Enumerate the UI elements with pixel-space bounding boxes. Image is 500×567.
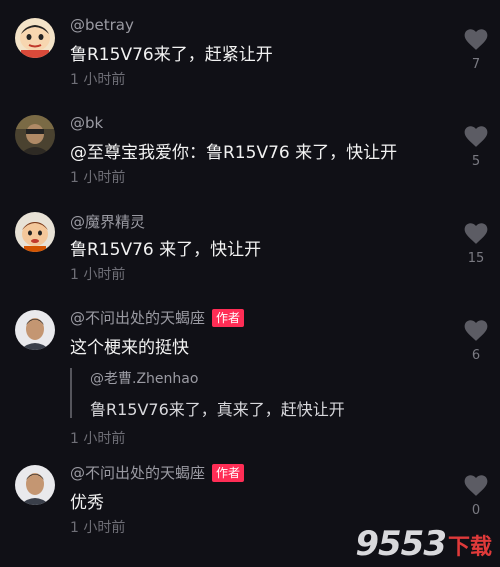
heart-icon	[464, 29, 488, 50]
comment-time: 1 小时前	[70, 520, 126, 536]
comment-time: 1 小时前	[70, 170, 126, 186]
comment-time: 1 小时前	[70, 267, 126, 283]
cartoon-character-icon	[15, 212, 55, 252]
quote-username[interactable]: @老曹.Zhenhao	[90, 368, 345, 388]
like-button[interactable]: 0	[460, 473, 492, 518]
comment-username[interactable]: @betray	[70, 16, 134, 34]
comment-text: 鲁R15V76来了，赶紧让开	[70, 45, 273, 65]
person-photo	[15, 310, 55, 350]
watermark-label: 下载	[447, 535, 492, 560]
comment-text: 优秀	[70, 493, 104, 513]
comment-username[interactable]: @bk	[70, 114, 103, 132]
comment-text: 鲁R15V76 来了，快让开	[70, 240, 262, 260]
watermark-number: 9553	[355, 524, 447, 564]
comment-username[interactable]: @魔界精灵	[70, 211, 145, 232]
like-button[interactable]: 5	[460, 124, 492, 169]
heart-icon	[464, 223, 488, 244]
comment-time: 1 小时前	[70, 72, 126, 88]
like-count: 7	[471, 57, 481, 72]
person-photo	[15, 465, 55, 505]
heart-icon	[464, 126, 488, 147]
like-button[interactable]: 6	[460, 318, 492, 363]
like-count: 6	[471, 348, 481, 363]
like-button[interactable]: 15	[460, 221, 492, 266]
comment-text: @至尊宝我爱你：鲁R15V76 来了，快让开	[70, 143, 398, 163]
like-count: 15	[467, 251, 485, 266]
comment-username[interactable]: @不问出处的天蝎座 作者	[70, 307, 245, 328]
author-badge: 作者	[212, 463, 245, 482]
comment-time: 1 小时前	[70, 431, 126, 447]
avatar[interactable]	[15, 212, 55, 252]
author-badge: 作者	[212, 308, 245, 327]
like-button[interactable]: 7	[460, 27, 492, 72]
like-count: 5	[471, 154, 481, 169]
quote-text: 鲁R15V76来了，真来了，赶快让开	[90, 400, 345, 419]
avatar[interactable]	[15, 115, 55, 155]
heart-icon	[464, 320, 488, 341]
photo-avatar	[15, 115, 55, 155]
comment-username[interactable]: @不问出处的天蝎座 作者	[70, 462, 245, 483]
quote-block: @老曹.Zhenhao 鲁R15V76来了，真来了，赶快让开	[70, 368, 345, 419]
avatar[interactable]	[15, 18, 55, 58]
site-watermark: 9553 下载	[355, 527, 492, 561]
avatar[interactable]	[15, 465, 55, 505]
heart-icon	[464, 475, 488, 496]
comment-text: 这个梗来的挺快	[70, 338, 189, 358]
cartoon-kid-icon	[15, 18, 55, 58]
like-count: 0	[471, 503, 481, 518]
avatar[interactable]	[15, 310, 55, 350]
